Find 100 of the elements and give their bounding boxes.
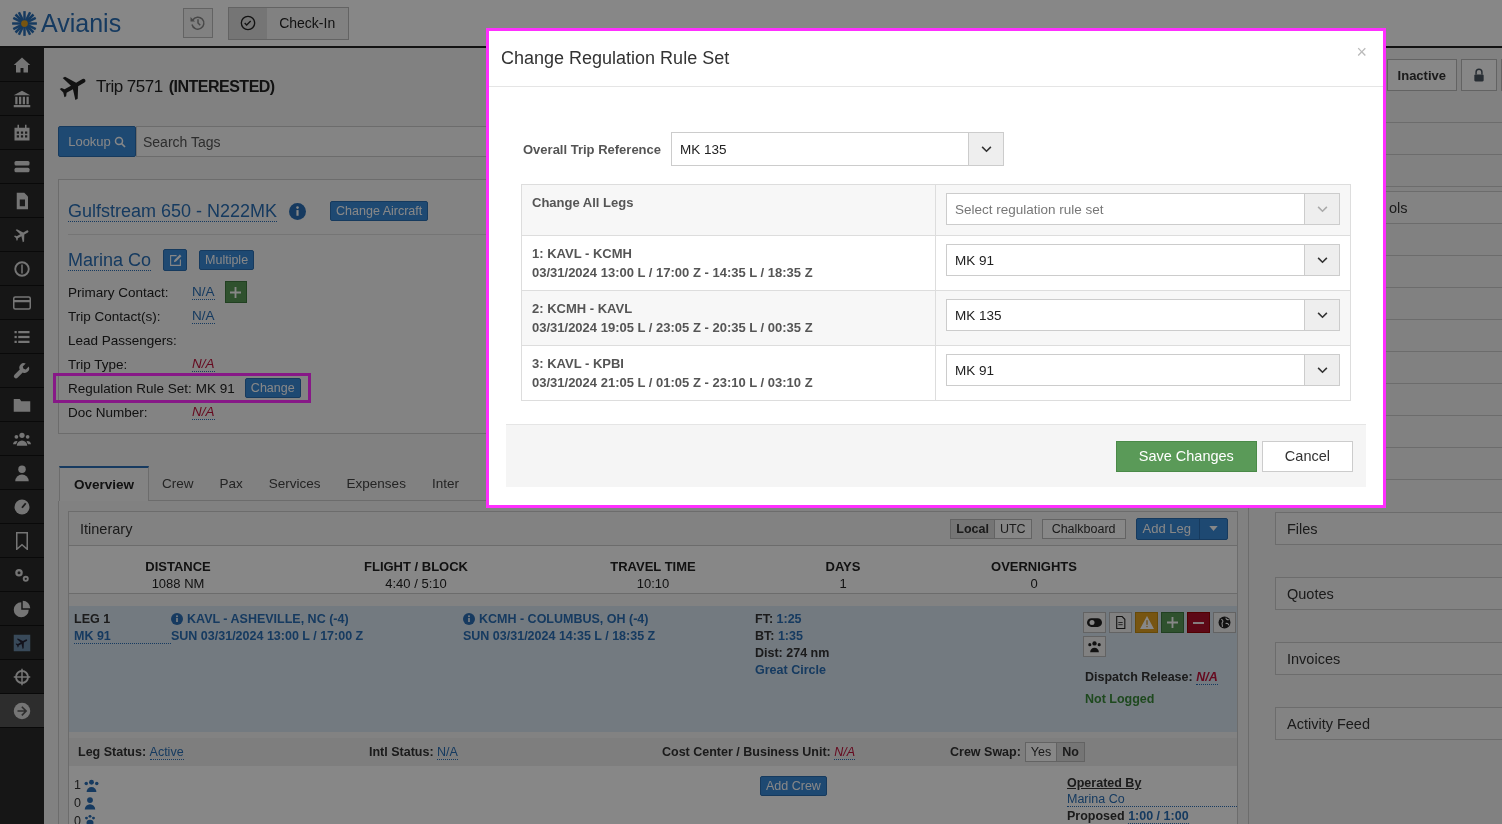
modal-title: Change Regulation Rule Set	[501, 48, 730, 69]
chevron-icon	[980, 145, 992, 153]
tab[interactable]: Inter	[418, 466, 472, 500]
rule-set-link[interactable]: MK 91	[74, 629, 171, 644]
chalkboard-button[interactable]: Chalkboard	[1041, 518, 1126, 539]
gauge-icon[interactable]	[13, 497, 31, 516]
aircraft-link[interactable]: Gulfstream 650 - N222MK	[68, 200, 278, 222]
multiple-button[interactable]: Multiple	[199, 250, 255, 270]
tab[interactable]: Expenses	[333, 466, 419, 500]
status-button[interactable]: Inactive	[1386, 59, 1457, 91]
field-value: MK 91	[195, 380, 235, 396]
minus-icon	[1193, 621, 1204, 624]
tab[interactable]: Overview	[59, 466, 150, 501]
tab[interactable]: Pax	[206, 466, 256, 500]
pie-icon[interactable]	[13, 599, 31, 618]
edit-icon	[168, 253, 182, 267]
leg-route: 3: KAVL - KPBI	[532, 356, 625, 371]
rule-set-select[interactable]: MK 91	[946, 244, 1340, 276]
globe-button[interactable]	[1213, 612, 1236, 633]
lock-button[interactable]	[1461, 59, 1497, 91]
airport-name: KCMH - COLUMBUS, OH (-4)	[479, 612, 649, 626]
chevron-icon	[1316, 256, 1328, 264]
user-icon[interactable]	[13, 463, 31, 482]
field-value[interactable]: N/A	[192, 356, 215, 372]
save-button[interactable]: Save Changes	[1115, 440, 1257, 472]
rule-set-select[interactable]: MK 91	[946, 354, 1340, 386]
change-button[interactable]: Change	[244, 378, 301, 398]
caret-icon	[1209, 526, 1218, 531]
field-label: Trip Type:	[68, 356, 129, 372]
leg-times: 03/31/2024 21:05 L / 01:05 Z - 23:10 L / 03:10 Z	[532, 375, 814, 390]
operated-by-label: Operated By	[1067, 776, 1143, 790]
cancel-button[interactable]: Cancel	[1261, 440, 1353, 472]
stat-label: FLIGHT / BLOCK	[364, 559, 468, 574]
dispatch-release: Dispatch Release: N/A	[1084, 670, 1218, 684]
bank-icon[interactable]	[13, 89, 31, 108]
field-value[interactable]: N/A	[192, 284, 215, 300]
chevron-icon	[1316, 366, 1328, 374]
remove-button[interactable]	[1187, 612, 1210, 633]
side-panel-header[interactable]: Activity Feed	[1275, 707, 1502, 740]
stat-value: 1088 NM	[151, 576, 205, 591]
field-value[interactable]: N/A	[192, 404, 215, 420]
field-value[interactable]: N/A	[192, 308, 215, 324]
time-mode-toggle[interactable]: Local	[950, 518, 995, 539]
route-link[interactable]: Great Circle	[755, 663, 1073, 677]
operator-link[interactable]: Marina Co	[1067, 792, 1237, 807]
row-label: Change All Legs	[532, 195, 635, 210]
info-icon[interactable]	[463, 613, 475, 625]
warning-button[interactable]	[1135, 612, 1158, 633]
trip-title: Trip 7571	[96, 77, 163, 97]
chevron-icon	[1316, 205, 1328, 213]
rule-set-select[interactable]: MK 135	[946, 299, 1340, 331]
time-mode-toggle[interactable]: UTC	[994, 518, 1032, 539]
side-panel-header[interactable]: Invoices	[1275, 642, 1502, 675]
add-leg-button[interactable]: Add Leg	[1135, 517, 1228, 540]
add-button[interactable]	[224, 281, 247, 303]
side-panel-header[interactable]: Files	[1275, 512, 1502, 545]
check-in-button[interactable]: Check-In	[228, 6, 350, 40]
edit-button[interactable]	[163, 249, 188, 271]
leg-label: LEG 1	[74, 612, 112, 626]
info-icon[interactable]	[289, 202, 307, 220]
history-button[interactable]	[183, 8, 214, 38]
card-icon[interactable]	[13, 293, 31, 312]
stat-label: TRAVEL TIME	[610, 559, 696, 574]
document-button[interactable]	[1109, 612, 1132, 633]
globe-icon	[1218, 616, 1231, 629]
tab[interactable]: Crew	[149, 466, 207, 500]
bookmark-icon[interactable]	[13, 531, 31, 550]
arrow-circle-icon[interactable]	[13, 701, 31, 720]
customer-link[interactable]: Marina Co	[68, 249, 152, 271]
panel-title: Itinerary	[80, 520, 133, 537]
add-button[interactable]	[1161, 612, 1184, 633]
toggle-button[interactable]	[1083, 612, 1106, 633]
crew-button[interactable]	[1083, 636, 1106, 657]
flight-time: BT: 1:35	[755, 629, 804, 643]
tab[interactable]: Services	[255, 466, 334, 500]
count-value: 1	[74, 777, 81, 794]
calendar-icon[interactable]	[13, 123, 31, 142]
leg-time: SUN 03/31/2024 14:35 L / 18:35 Z	[463, 629, 657, 643]
crosshair-icon[interactable]	[13, 667, 31, 686]
field-label: Doc Number:	[68, 404, 149, 420]
trip-reference-select[interactable]: MK 135	[671, 132, 1004, 166]
leg-times: 03/31/2024 13:00 L / 17:00 Z - 14:35 L / 18:35 Z	[532, 265, 814, 280]
side-panel-header[interactable]: Quotes	[1275, 577, 1502, 610]
rule-set-select[interactable]: Select regulation rule set	[946, 193, 1340, 225]
trip-status: (INTERESTED)	[168, 78, 275, 96]
wrench-icon[interactable]	[13, 361, 31, 380]
plus-icon	[230, 286, 241, 298]
leg-status-item: Intl Status: N/A	[369, 745, 459, 759]
lookup-button[interactable]: Lookup	[58, 126, 136, 157]
add-crew-button[interactable]: Add Crew	[760, 776, 827, 796]
stat-value: 4:40 / 5:10	[385, 576, 447, 591]
info-icon[interactable]	[171, 613, 183, 625]
leg-route: 2: KCMH - KAVL	[532, 301, 634, 316]
crew-swap-option[interactable]: Yes	[1024, 742, 1058, 762]
leg-status-item: Leg Status: Active	[78, 745, 185, 759]
change-aircraft-button[interactable]: Change Aircraft	[330, 201, 429, 221]
stat-value: 10:10	[636, 576, 670, 591]
count-value: 0	[74, 795, 81, 812]
home-icon[interactable]	[13, 55, 31, 74]
crew-swap-option[interactable]: No	[1057, 742, 1085, 762]
